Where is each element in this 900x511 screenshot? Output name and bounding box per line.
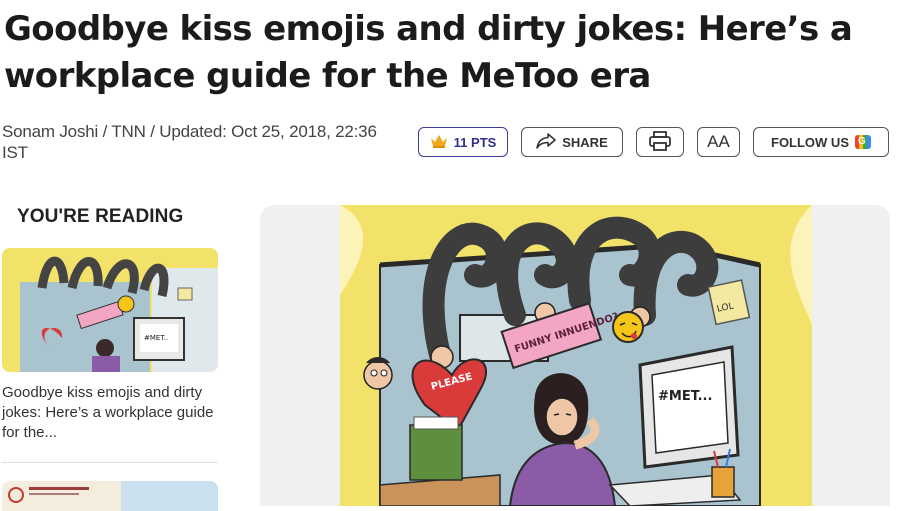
points-button[interactable]: 11 PTS — [418, 127, 508, 157]
article-cartoon-image[interactable]: PLEASE FUNNY INNUENDO? LOL #MET... — [340, 205, 812, 506]
follow-label: FOLLOW US — [771, 134, 849, 150]
monitor-text: #MET... — [658, 389, 712, 404]
article-image-frame: PLEASE FUNNY INNUENDO? LOL #MET... — [260, 205, 890, 506]
follow-us-button[interactable]: FOLLOW US — [753, 127, 889, 157]
current-article-thumbnail[interactable]: #MET.. — [2, 248, 218, 372]
article-title: Goodbye kiss emojis and dirty jokes: Her… — [4, 9, 853, 96]
google-news-icon — [855, 135, 871, 149]
seal-icon — [8, 487, 24, 503]
points-label: 11 PTS — [453, 134, 497, 150]
next-article-thumbnail[interactable] — [2, 481, 218, 511]
share-icon — [536, 132, 557, 152]
print-button[interactable] — [636, 127, 684, 157]
share-label: SHARE — [562, 134, 608, 150]
text-size-button[interactable]: AA — [697, 127, 740, 157]
sidebar-divider — [2, 462, 218, 463]
article-byline: Sonam Joshi / TNN / Updated: Oct 25, 201… — [2, 122, 377, 162]
youre-reading-heading: YOU'RE READING — [17, 206, 184, 227]
share-button[interactable]: SHARE — [521, 127, 623, 157]
current-article-caption[interactable]: Goodbye kiss emojis and dirty jokes: Her… — [2, 383, 217, 443]
thumbnail-text-line — [29, 487, 89, 490]
print-icon — [649, 130, 671, 154]
svg-text:#MET..: #MET.. — [144, 334, 168, 342]
crown-icon — [430, 134, 448, 151]
thumbnail-text-line — [29, 493, 79, 495]
